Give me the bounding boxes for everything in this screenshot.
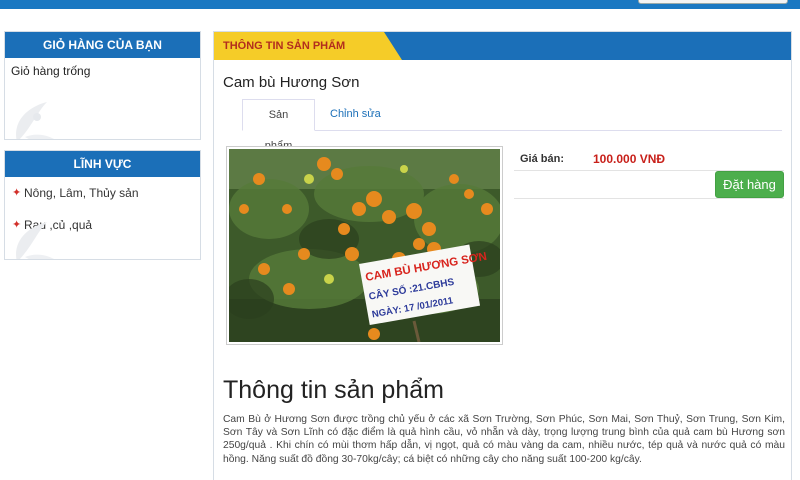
top-navigation-bar: [0, 0, 800, 9]
category-box-title: LĨNH VỰC: [5, 151, 200, 177]
category-box-body: ✦ Nông, Lâm, Thủy sản ✦ Rau ,củ ,quả: [5, 177, 200, 259]
cart-box-title: GIỎ HÀNG CỦA BẠN: [5, 32, 200, 58]
tab-product[interactable]: Sản phẩm: [242, 99, 315, 152]
product-image[interactable]: CAM BÙ HƯƠNG SƠN CÂY SỐ :21.CBHS NGÀY: 1…: [226, 146, 503, 345]
floral-ornament-icon: [16, 102, 54, 139]
product-panel-header: THÔNG TIN SẢN PHẨM: [214, 32, 791, 60]
floral-ornament-icon: [16, 222, 54, 259]
price-row: Giá bán: 100.000 VNĐ: [514, 149, 784, 171]
cart-box: GIỎ HÀNG CỦA BẠN Giỏ hàng trống: [4, 31, 201, 140]
price-label: Giá bán:: [520, 153, 565, 165]
category-box: LĨNH VỰC ✦ Nông, Lâm, Thủy sản ✦ Rau ,củ…: [4, 150, 201, 260]
orange-tree-photo: CAM BÙ HƯƠNG SƠN CÂY SỐ :21.CBHS NGÀY: 1…: [229, 149, 500, 342]
product-panel: THÔNG TIN SẢN PHẨM Cam bù Hương Sơn Sản …: [213, 31, 792, 480]
product-description: Cam Bù ở Hương Sơn được trồng chủ yếu ở …: [223, 414, 785, 465]
cart-box-body: Giỏ hàng trống: [5, 58, 200, 139]
product-tabs: Sản phẩm Chỉnh sửa: [242, 99, 782, 152]
cart-empty-text: Giỏ hàng trống: [11, 64, 91, 78]
bullet-icon: ✦: [12, 187, 22, 199]
price-value: 100.000 VNĐ: [593, 152, 666, 166]
product-name: Cam bù Hương Sơn: [223, 74, 360, 91]
category-item-label[interactable]: Nông, Lâm, Thủy sản: [24, 186, 139, 200]
search-box[interactable]: [638, 0, 788, 4]
divider: [514, 198, 784, 199]
section-title: THÔNG TIN SẢN PHẨM: [223, 40, 346, 52]
order-button[interactable]: Đặt hàng: [715, 171, 784, 198]
tab-edit[interactable]: Chỉnh sửa: [318, 99, 393, 131]
product-info-heading: Thông tin sản phẩm: [223, 376, 444, 404]
